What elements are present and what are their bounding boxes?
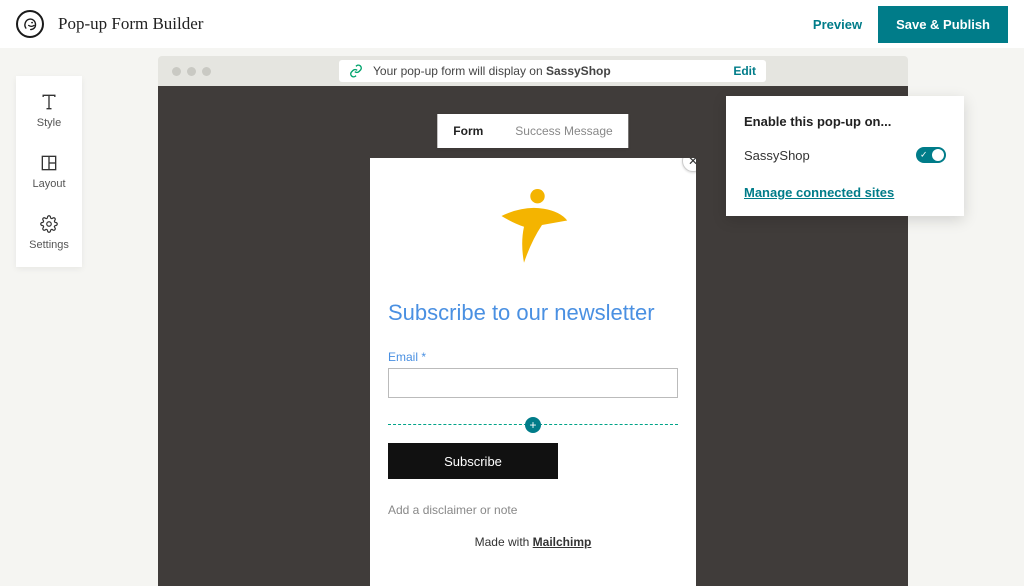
form-logo xyxy=(388,176,678,284)
made-with-brand[interactable]: Mailchimp xyxy=(533,535,592,549)
mailchimp-icon xyxy=(19,13,41,35)
enable-site-name: SassyShop xyxy=(744,148,810,163)
tab-success-message[interactable]: Success Message xyxy=(499,114,628,148)
url-bar: Your pop-up form will display on SassySh… xyxy=(339,60,766,82)
star-person-icon xyxy=(488,180,578,270)
gear-icon xyxy=(39,214,59,234)
tool-settings-label: Settings xyxy=(29,239,69,251)
link-icon xyxy=(349,64,363,78)
save-publish-button[interactable]: Save & Publish xyxy=(878,6,1008,43)
top-bar: Pop-up Form Builder Preview Save & Publi… xyxy=(0,0,1024,48)
subscribe-button[interactable]: Subscribe xyxy=(388,443,558,479)
email-field[interactable] xyxy=(388,368,678,398)
tool-style[interactable]: Style xyxy=(16,88,82,133)
app-title: Pop-up Form Builder xyxy=(58,14,203,34)
url-text: Your pop-up form will display on SassySh… xyxy=(373,64,723,78)
left-tool-panel: Style Layout Settings xyxy=(16,76,82,267)
tool-settings[interactable]: Settings xyxy=(16,210,82,255)
enable-toggle[interactable]: ✓ xyxy=(916,147,946,163)
check-icon: ✓ xyxy=(920,150,928,161)
url-site: SassyShop xyxy=(546,64,611,78)
url-prefix: Your pop-up form will display on xyxy=(373,64,546,78)
add-element-divider: + xyxy=(388,424,678,425)
add-element-button[interactable]: + xyxy=(525,417,541,433)
tab-form[interactable]: Form xyxy=(437,114,499,148)
brand-logo xyxy=(16,10,44,38)
email-label: Email * xyxy=(388,350,678,364)
topbar-actions: Preview Save & Publish xyxy=(813,6,1008,43)
popup-form: ✕ Subscribe to our newsletter Email * + … xyxy=(370,158,696,586)
tab-switch: Form Success Message xyxy=(437,114,628,148)
tool-style-label: Style xyxy=(37,117,61,129)
enable-title: Enable this pop-up on... xyxy=(744,114,946,129)
layout-icon xyxy=(39,153,59,173)
type-icon xyxy=(39,92,59,112)
form-heading: Subscribe to our newsletter xyxy=(388,300,678,326)
enable-site-row: SassyShop ✓ xyxy=(744,147,946,163)
made-with: Made with Mailchimp xyxy=(388,535,678,549)
enable-popover: Enable this pop-up on... SassyShop ✓ Man… xyxy=(726,96,964,216)
preview-link[interactable]: Preview xyxy=(813,17,862,32)
manage-connected-sites-link[interactable]: Manage connected sites xyxy=(744,185,946,200)
toggle-knob xyxy=(932,149,944,161)
tool-layout[interactable]: Layout xyxy=(16,149,82,194)
close-icon[interactable]: ✕ xyxy=(682,158,696,172)
traffic-lights xyxy=(172,67,211,76)
tool-layout-label: Layout xyxy=(32,178,65,190)
disclaimer-text[interactable]: Add a disclaimer or note xyxy=(388,503,678,517)
browser-chrome: Your pop-up form will display on SassySh… xyxy=(158,56,908,86)
edit-sites-link[interactable]: Edit xyxy=(733,64,756,78)
